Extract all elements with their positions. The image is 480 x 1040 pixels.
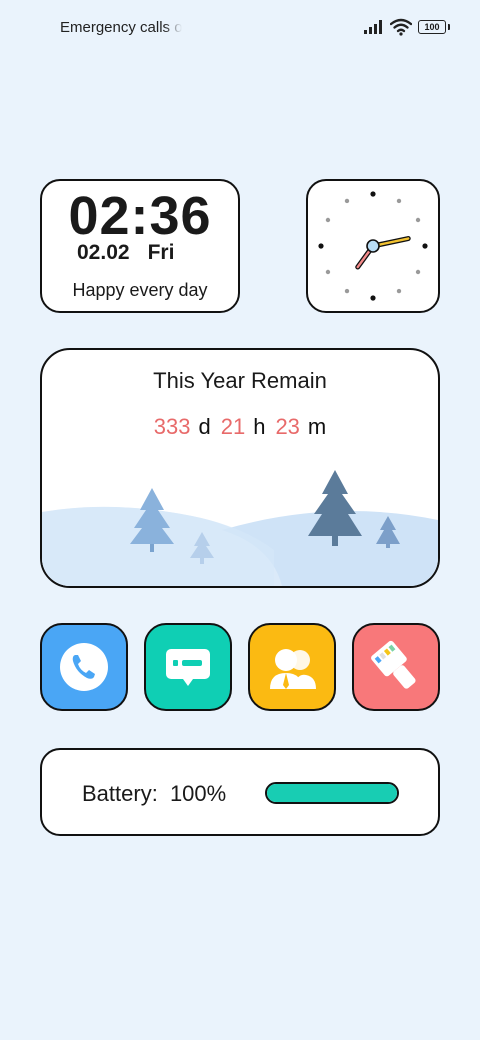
minutes-remaining: 23 [275, 414, 300, 439]
message-icon [166, 649, 210, 686]
clock-tick [370, 295, 376, 301]
clock-tick [318, 243, 324, 249]
phone-app-icon[interactable] [40, 623, 128, 711]
days-unit: d [198, 414, 211, 439]
battery-bar-fill [267, 784, 397, 802]
minutes-unit: m [307, 414, 327, 439]
contacts-app-icon[interactable] [248, 623, 336, 711]
winter-scene-illustration [42, 470, 438, 586]
clock-tick [396, 198, 402, 204]
year-countdown-widget[interactable]: This Year Remain 333 d 21 h 23 m [40, 348, 440, 588]
clock-tick [344, 288, 350, 294]
time-widget[interactable]: 02:36 02.02 Fri Happy every day [40, 179, 240, 313]
countdown-title: This Year Remain [153, 368, 327, 393]
date-text: 02.02 [77, 241, 130, 264]
date-row: 02.02 Fri [77, 241, 174, 265]
status-bar: Emergency calls only 100 [0, 0, 480, 56]
countdown-values: 333 d 21 h 23 m [42, 414, 438, 440]
clock-tick [415, 269, 421, 275]
contacts-icon [270, 649, 316, 689]
hours-unit: h [253, 414, 266, 439]
clock-tick [325, 269, 331, 275]
tree-icon [308, 470, 362, 546]
battery-status-level: 100 [424, 22, 440, 32]
themes-app-icon[interactable] [352, 623, 440, 711]
clock-center-pin [366, 239, 380, 253]
battery-label: Battery: [82, 781, 158, 806]
tagline-text: Happy every day [72, 280, 208, 300]
clock-tick [370, 191, 376, 197]
hours-remaining: 21 [220, 414, 246, 439]
battery-bar-track [265, 782, 399, 804]
clock-tick [325, 217, 331, 223]
clock-tick [344, 198, 350, 204]
messages-app-icon[interactable] [144, 623, 232, 711]
battery-percentage: 100% [169, 781, 227, 806]
clock-tick [422, 243, 428, 249]
clock-tick [396, 288, 402, 294]
analog-clock-widget[interactable] [306, 179, 440, 313]
theme-brush-icon [371, 640, 416, 689]
days-remaining: 333 [153, 414, 191, 439]
battery-status-icon: 100 [418, 20, 450, 34]
signal-icon [364, 20, 382, 34]
battery-label-row: Battery: 100% [82, 781, 226, 807]
digital-time: 02:36 [68, 186, 212, 246]
carrier-status-text: Emergency calls only [60, 19, 182, 36]
phone-icon [60, 643, 108, 691]
wifi-icon [390, 18, 412, 36]
battery-widget[interactable]: Battery: 100% [40, 748, 440, 836]
clock-tick [415, 217, 421, 223]
clock-face [318, 191, 428, 301]
weekday-text: Fri [147, 241, 175, 264]
